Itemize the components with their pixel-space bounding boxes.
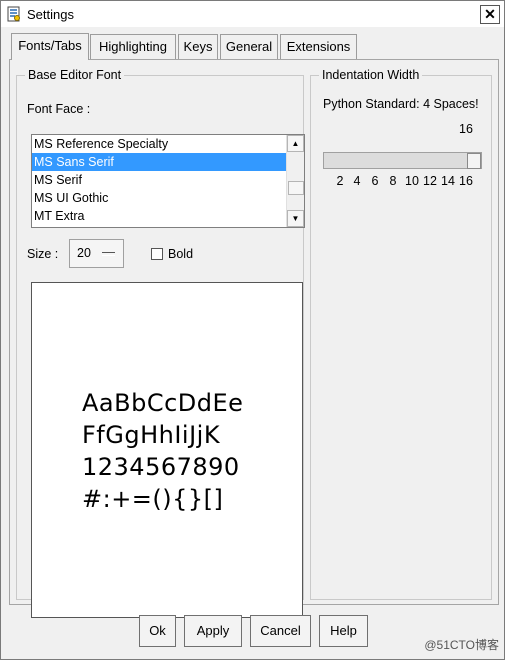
slider-tick-label: 10 <box>405 174 419 188</box>
font-size-value: 20 <box>77 246 91 260</box>
watermark-text: @51CTO博客 <box>424 638 499 652</box>
window-title: Settings <box>27 7 74 22</box>
menubutton-indicator-icon <box>102 252 115 256</box>
list-item[interactable]: MS UI Gothic <box>32 189 304 207</box>
list-item-selected[interactable]: MS Sans Serif <box>32 153 304 171</box>
title-bar: Settings ✕ <box>1 1 504 27</box>
settings-window: Settings ✕ Fonts/Tabs Highlighting Keys … <box>0 0 505 660</box>
apply-button[interactable]: Apply <box>184 615 242 647</box>
sample-line: FfGgHhIiJjK <box>82 421 221 449</box>
slider-tick-label: 12 <box>423 174 437 188</box>
python-standard-label: Python Standard: 4 Spaces! <box>323 97 479 111</box>
close-button[interactable]: ✕ <box>480 5 500 24</box>
scroll-down-arrow-icon[interactable]: ▼ <box>287 210 304 227</box>
settings-app-icon <box>7 6 20 22</box>
slider-tick-label: 2 <box>336 174 344 188</box>
sample-line: AaBbCcDdEe <box>82 389 244 417</box>
cancel-button[interactable]: Cancel <box>250 615 311 647</box>
font-list-scrollbar[interactable]: ▲ ▼ <box>286 135 304 227</box>
list-item[interactable]: MS Reference Specialty <box>32 135 304 153</box>
slider-tick-label: 4 <box>353 174 361 188</box>
sample-line: 1234567890 <box>82 453 240 481</box>
size-label: Size : <box>27 247 59 261</box>
base-editor-font-group: Base Editor Font Font Face : MS Referenc… <box>16 68 305 618</box>
font-sample-area: AaBbCcDdEe FfGgHhIiJjK 1234567890 #:+=()… <box>31 282 303 618</box>
base-editor-font-legend: Base Editor Font <box>28 68 122 82</box>
font-face-list[interactable]: MS Reference Specialty MS Sans Serif MS … <box>31 134 305 228</box>
slider-thumb[interactable] <box>467 153 481 169</box>
slider-tick-label: 8 <box>389 174 397 188</box>
tab-panel: Base Editor Font Font Face : MS Referenc… <box>9 59 499 618</box>
help-button[interactable]: Help <box>319 615 368 647</box>
slider-tick-label: 6 <box>371 174 379 188</box>
scroll-up-arrow-icon[interactable]: ▲ <box>287 135 304 152</box>
indentation-width-legend: Indentation Width <box>322 68 420 82</box>
slider-tick-label: 14 <box>441 174 455 188</box>
font-face-label: Font Face : <box>27 102 91 116</box>
ok-button[interactable]: Ok <box>139 615 176 647</box>
close-icon: ✕ <box>484 6 496 22</box>
scroll-thumb[interactable] <box>288 181 304 195</box>
list-item[interactable]: MS Serif <box>32 171 304 189</box>
indent-width-slider[interactable] <box>323 152 482 169</box>
list-item[interactable]: MT Extra <box>32 207 304 225</box>
font-size-menubutton[interactable]: 20 <box>69 239 124 268</box>
tab-keys[interactable]: Keys <box>178 34 218 59</box>
bold-checkbox[interactable] <box>151 248 163 260</box>
tab-fonts-tabs[interactable]: Fonts/Tabs <box>11 33 89 60</box>
tab-highlighting[interactable]: Highlighting <box>90 34 176 59</box>
tab-extensions[interactable]: Extensions <box>280 34 357 59</box>
tab-general[interactable]: General <box>220 34 278 59</box>
bold-label: Bold <box>168 247 194 261</box>
indentation-width-group: Indentation Width Python Standard: 4 Spa… <box>310 68 492 600</box>
sample-line: #:+=(){}[] <box>82 485 224 513</box>
indent-current-value: 16 <box>459 122 473 136</box>
slider-tick-label: 16 <box>459 174 473 188</box>
